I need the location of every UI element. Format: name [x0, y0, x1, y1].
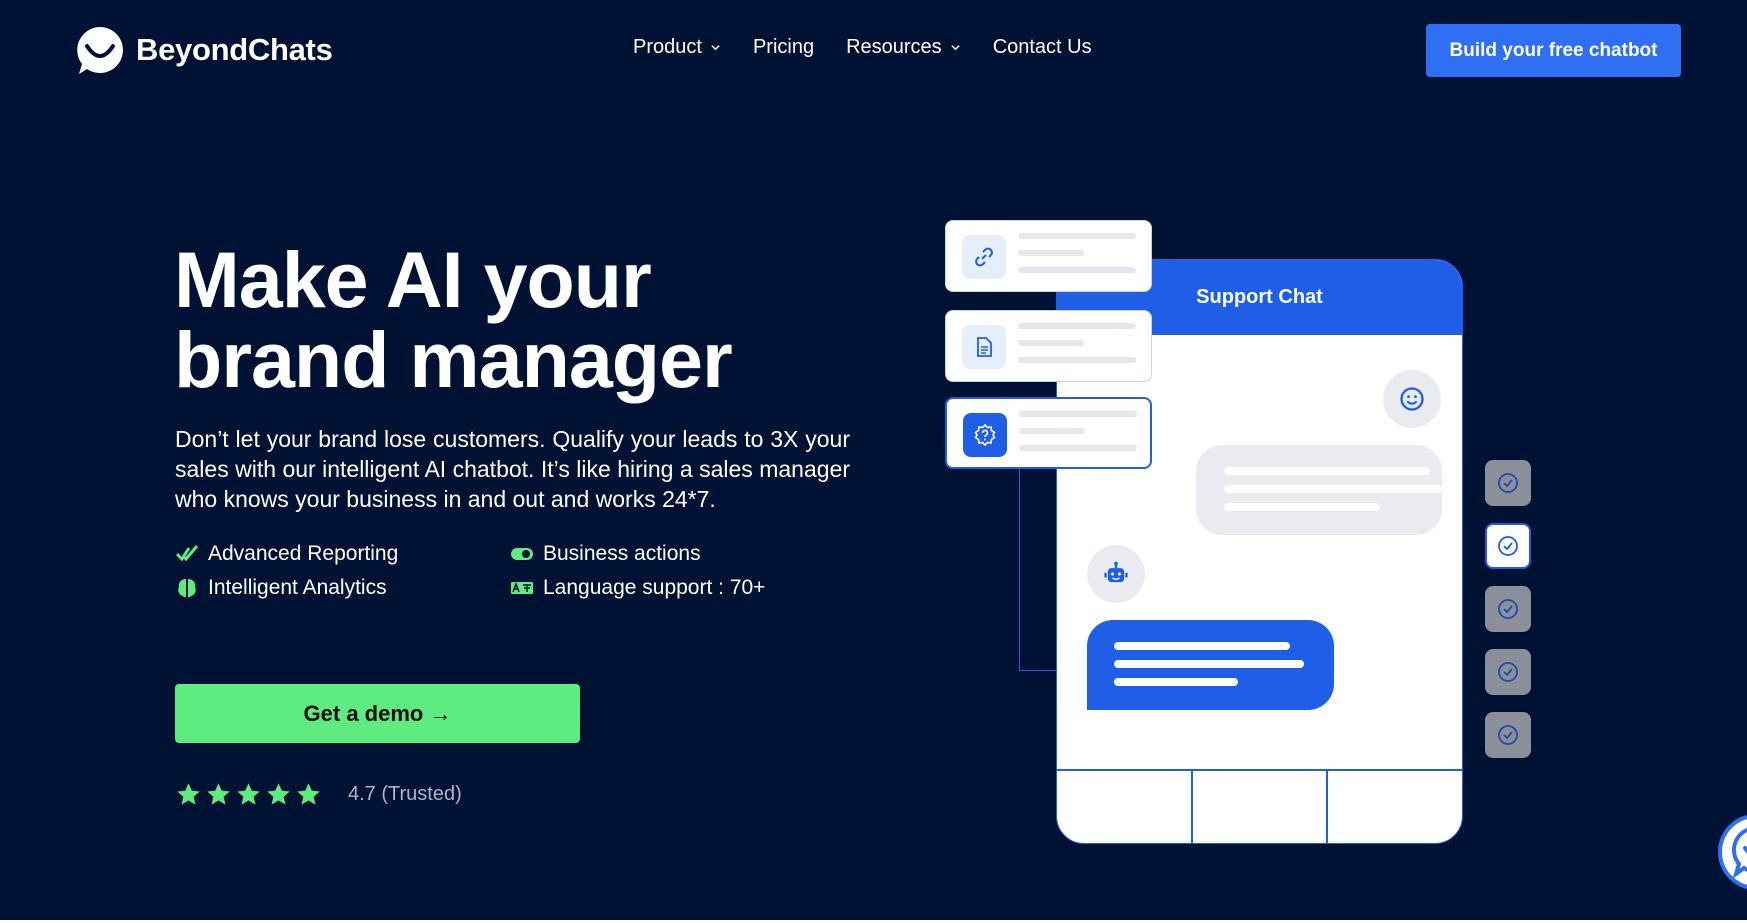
chat-smile-logo-icon — [77, 27, 123, 74]
text-line — [1114, 678, 1238, 686]
nav-pricing[interactable]: Pricing — [753, 36, 814, 59]
check-circle-icon — [1498, 599, 1518, 619]
feature-item: Business actions — [510, 542, 810, 566]
bot-message-bubble — [1087, 620, 1334, 710]
feature-item: Advanced Reporting — [175, 542, 510, 566]
chat-title: Support Chat — [1196, 286, 1323, 308]
text-line — [1224, 485, 1442, 493]
nav-product[interactable]: Product — [633, 36, 721, 59]
get-demo-button[interactable]: Get a demo → — [175, 684, 580, 743]
check-circle-icon — [1498, 473, 1518, 493]
robot-icon — [1104, 561, 1128, 583]
star-icon — [237, 783, 260, 805]
footer-cell — [1328, 771, 1462, 843]
feature-label: Intelligent Analytics — [208, 576, 387, 599]
feature-list: Advanced Reporting Business actions Inte… — [175, 542, 815, 600]
text-line — [1018, 250, 1084, 256]
link-icon — [975, 247, 993, 267]
text-line — [1018, 323, 1136, 329]
brand-logo[interactable]: BeyondChats — [74, 24, 333, 76]
source-card-faq — [945, 397, 1152, 469]
bot-avatar — [1087, 545, 1145, 603]
check-circle-icon — [1498, 725, 1518, 745]
text-line — [1018, 267, 1136, 273]
text-line — [1019, 428, 1085, 434]
chat-footer — [1057, 769, 1462, 843]
feature-label: Business actions — [543, 542, 701, 565]
nav-contact-label: Contact Us — [992, 36, 1092, 58]
user-avatar — [1383, 370, 1441, 428]
user-message-bubble — [1196, 445, 1442, 535]
chevron-down-icon — [711, 45, 720, 51]
star-icon — [207, 783, 230, 805]
main-nav: Product Pricing Resources Contact Us — [633, 36, 1092, 59]
text-line — [1114, 642, 1290, 650]
checklist-item — [1485, 712, 1531, 758]
document-icon — [977, 337, 992, 357]
source-icon-box — [963, 413, 1007, 457]
nav-product-label: Product — [633, 36, 702, 58]
source-icon-box — [962, 325, 1006, 369]
star-icon — [267, 783, 290, 805]
text-line — [1019, 411, 1137, 417]
text-line — [1224, 503, 1380, 511]
rating: 4.7 (Trusted) — [175, 781, 462, 808]
checklist-item — [1485, 460, 1531, 506]
feature-label: Advanced Reporting — [208, 542, 399, 565]
text-line — [1224, 467, 1430, 475]
star-rating — [175, 781, 322, 808]
source-icon-box — [962, 235, 1006, 279]
toggle-icon — [511, 548, 533, 560]
checklist-item — [1485, 586, 1531, 632]
checklist-item-active — [1485, 523, 1531, 569]
brand-name: BeyondChats — [136, 32, 333, 67]
footer-cell — [1193, 771, 1329, 843]
text-line — [1019, 445, 1137, 451]
feature-item: Intelligent Analytics — [175, 576, 510, 600]
feature-item: Language support : 70+ — [510, 576, 810, 600]
hero-title-line2: brand manager — [174, 315, 733, 404]
source-card-document — [945, 310, 1152, 382]
check-circle-icon — [1498, 536, 1518, 556]
nav-resources-label: Resources — [846, 36, 942, 58]
text-line — [1018, 340, 1084, 346]
check-circle-icon — [1498, 662, 1518, 682]
star-icon — [297, 783, 320, 805]
hero-description: Don’t let your brand lose customers. Qua… — [175, 426, 850, 512]
text-line — [1018, 233, 1136, 239]
chevron-down-icon — [951, 45, 960, 51]
source-card-link — [945, 220, 1152, 292]
nav-pricing-label: Pricing — [752, 36, 815, 58]
feature-label: Language support : 70+ — [543, 576, 766, 599]
rating-text: 4.7 (Trusted) — [348, 783, 462, 805]
checklist-item — [1485, 649, 1531, 695]
hero-title: Make AI your brand manager — [174, 240, 874, 400]
double-check-icon — [175, 545, 199, 562]
footer-cell — [1057, 771, 1193, 843]
translate-icon — [511, 581, 533, 594]
nav-contact[interactable]: Contact Us — [993, 36, 1092, 59]
brain-icon — [178, 579, 196, 598]
help-badge-icon — [974, 423, 996, 447]
site-header: BeyondChats Product Pricing Resources Co… — [0, 0, 1747, 100]
text-line — [1114, 660, 1304, 668]
build-chatbot-button[interactable]: Build your free chatbot — [1426, 24, 1681, 77]
chat-smile-icon — [1731, 827, 1747, 880]
smile-face-icon — [1400, 387, 1424, 411]
hero-title-line1: Make AI your — [174, 235, 652, 324]
nav-resources[interactable]: Resources — [846, 36, 961, 59]
text-line — [1018, 357, 1136, 363]
chat-widget-launcher[interactable] — [1718, 814, 1747, 890]
star-icon — [177, 783, 200, 805]
